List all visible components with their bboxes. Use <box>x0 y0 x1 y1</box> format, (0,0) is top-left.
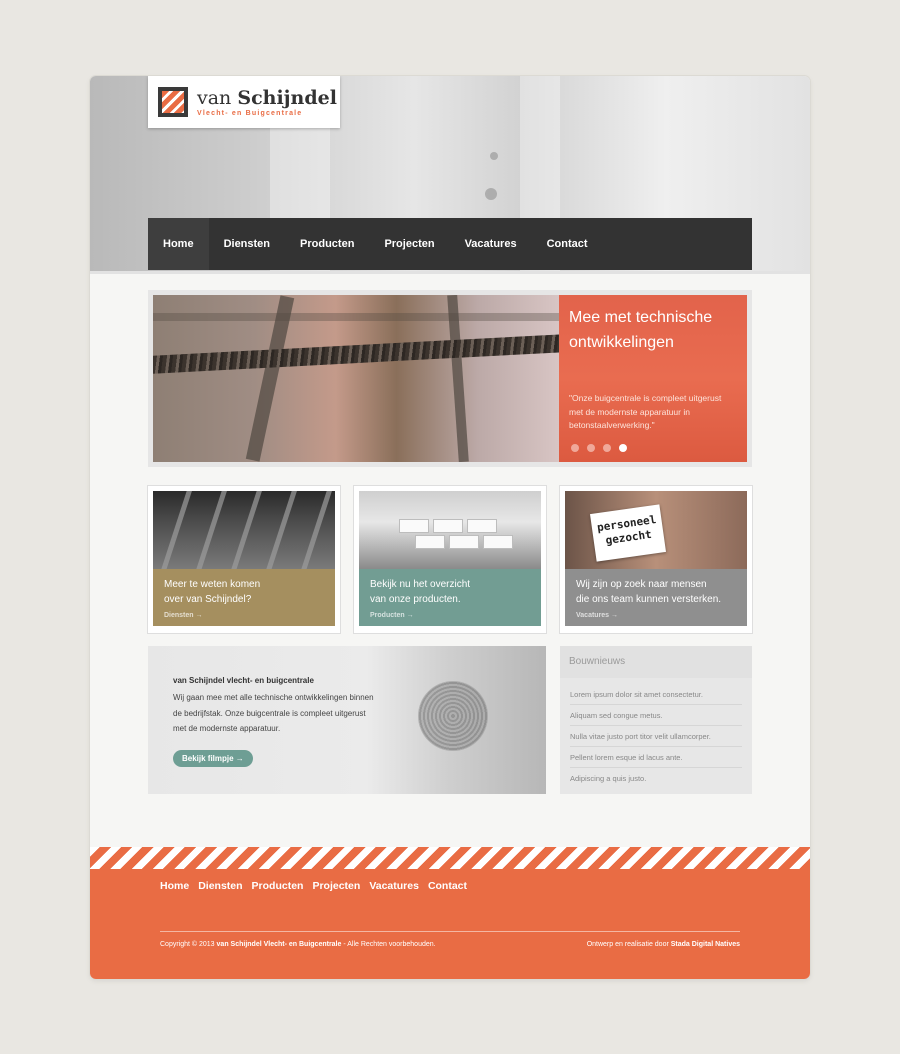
brick <box>415 535 445 549</box>
news-item[interactable]: Nulla vitae justo port titor velit ullam… <box>570 726 742 747</box>
brick <box>483 535 513 549</box>
producten-link[interactable]: Producten → <box>370 608 530 623</box>
about-title: van Schijndel vlecht- en buigcentrale <box>173 676 314 685</box>
feature-line-2: die ons team kunnen versterken. <box>576 594 722 605</box>
news-item[interactable]: Lorem ipsum dolor sit amet consectetur. <box>570 684 742 705</box>
footer-link-producten[interactable]: Producten <box>252 880 304 892</box>
feature-line-2: over van Schijndel? <box>164 594 252 605</box>
news-panel: Bouwnieuws Lorem ipsum dolor sit amet co… <box>560 646 752 794</box>
arrow-right-icon: → <box>195 612 203 619</box>
arrow-right-icon: → <box>611 612 619 619</box>
watch-video-button[interactable]: Bekijk filmpje → <box>173 749 253 767</box>
brick <box>433 519 463 533</box>
logo-tagline: Vlecht- en Buigcentrale <box>197 109 303 117</box>
footer-link-contact[interactable]: Contact <box>428 880 467 892</box>
logo-name-bold: Schijndel <box>237 86 337 109</box>
about-section: van Schijndel vlecht- en buigcentrale Wi… <box>148 646 546 794</box>
footer-nav: Home Diensten Producten Projecten Vacatu… <box>160 880 467 892</box>
footer: Home Diensten Producten Projecten Vacatu… <box>90 847 810 979</box>
credit: Ontwerp en realisatie door Stada Digital… <box>587 941 740 948</box>
footer-link-home[interactable]: Home <box>160 880 189 892</box>
main-nav: Home Diensten Producten Projecten Vacatu… <box>148 218 752 270</box>
page-container: van Schijndel Vlecht- en Buigcentrale Ho… <box>90 76 810 979</box>
hazard-stripes <box>90 847 810 869</box>
slide-dot[interactable] <box>587 444 595 452</box>
feature-line-2: van onze producten. <box>370 594 461 605</box>
header-bolt <box>485 188 497 200</box>
slide-caption: Mee met technische ontwikkelingen "Onze … <box>559 295 747 462</box>
footer-divider <box>160 931 740 932</box>
copyright-company: van Schijndel Vlecht- en Buigcentrale <box>216 941 342 948</box>
feature-box-text: Bekijk nu het overzicht van onze product… <box>359 569 541 626</box>
brick <box>399 519 429 533</box>
feature-line-1: Bekijk nu het overzicht <box>370 579 471 590</box>
concrete-blocks-image <box>359 491 541 569</box>
slide-dots <box>571 444 627 452</box>
logo-name-light: van <box>197 86 232 109</box>
rod <box>298 491 333 569</box>
slide-dot-active[interactable] <box>619 444 627 452</box>
arrow-right-icon: → <box>406 612 414 619</box>
footer-link-projecten[interactable]: Projecten <box>312 880 360 892</box>
feature-line-1: Meer te weten komen <box>164 579 261 590</box>
link-label: Diensten <box>164 612 194 619</box>
copyright: Copyright © 2013 van Schijndel Vlecht- e… <box>160 941 436 948</box>
news-title: Bouwnieuws <box>560 646 752 678</box>
feature-box-vacatures[interactable]: personeel gezocht Wij zijn op zoek naar … <box>560 486 752 633</box>
footer-link-diensten[interactable]: Diensten <box>198 880 242 892</box>
link-label: Producten <box>370 612 405 619</box>
brick <box>467 519 497 533</box>
wire-coil-image <box>418 681 488 751</box>
slide-text: "Onze buigcentrale is compleet uitgerust… <box>569 393 722 430</box>
credit-company-link[interactable]: Stada Digital Natives <box>671 941 740 948</box>
rod <box>228 491 263 569</box>
diagonal-stripes-logo-icon <box>158 87 188 117</box>
feature-box-text: Wij zijn op zoek naar mensen die ons tea… <box>565 569 747 626</box>
header-divider <box>90 271 810 274</box>
nav-item-producten[interactable]: Producten <box>285 218 369 270</box>
slide-image <box>153 295 559 462</box>
copyright-prefix: Copyright © 2013 <box>160 941 217 948</box>
vacatures-link[interactable]: Vacatures → <box>576 608 736 623</box>
rebar-rod <box>153 333 559 375</box>
rebar-stack-image <box>153 491 335 569</box>
nav-item-diensten[interactable]: Diensten <box>209 218 285 270</box>
link-label: Vacatures <box>576 612 610 619</box>
diensten-link[interactable]: Diensten → <box>164 608 324 623</box>
credit-prefix: Ontwerp en realisatie door <box>586 941 671 948</box>
feature-box-diensten[interactable]: Meer te weten komen over van Schijndel? … <box>148 486 340 633</box>
logo[interactable]: van Schijndel Vlecht- en Buigcentrale <box>148 76 340 128</box>
rod <box>158 491 193 569</box>
header: van Schijndel Vlecht- en Buigcentrale Ho… <box>90 76 810 271</box>
rod <box>193 491 228 569</box>
footer-link-vacatures[interactable]: Vacatures <box>369 880 419 892</box>
hero-slider[interactable]: Mee met technische ontwikkelingen "Onze … <box>148 290 752 467</box>
news-list: Lorem ipsum dolor sit amet consectetur. … <box>560 678 752 789</box>
nav-item-vacatures[interactable]: Vacatures <box>450 218 532 270</box>
logo-text: van Schijndel Vlecht- en Buigcentrale <box>197 88 337 117</box>
feature-line-1: Wij zijn op zoek naar mensen <box>576 579 707 590</box>
header-bolt <box>490 152 498 160</box>
rod <box>263 491 298 569</box>
nav-item-contact[interactable]: Contact <box>532 218 603 270</box>
copyright-suffix: - Alle Rechten voorbehouden. <box>341 941 436 948</box>
slide-dot[interactable] <box>571 444 579 452</box>
slide-title: Mee met technische ontwikkelingen <box>569 309 713 351</box>
news-item[interactable]: Pellent lorem esque id lacus ante. <box>570 747 742 768</box>
about-text: Wij gaan mee met alle technische ontwikk… <box>173 693 374 733</box>
personeel-card-image: personeel gezocht <box>565 491 747 569</box>
news-item[interactable]: Aliquam sed congue metus. <box>570 705 742 726</box>
nav-item-home[interactable]: Home <box>148 218 209 270</box>
news-item[interactable]: Adipiscing a quis justo. <box>570 768 742 789</box>
slide-dot[interactable] <box>603 444 611 452</box>
logo-title: van Schijndel <box>197 88 337 108</box>
personeel-card: personeel gezocht <box>590 504 666 562</box>
feature-box-text: Meer te weten komen over van Schijndel? … <box>153 569 335 626</box>
feature-box-producten[interactable]: Bekijk nu het overzicht van onze product… <box>354 486 546 633</box>
brick <box>449 535 479 549</box>
nav-item-projecten[interactable]: Projecten <box>369 218 449 270</box>
scaffold-bar <box>153 313 559 321</box>
